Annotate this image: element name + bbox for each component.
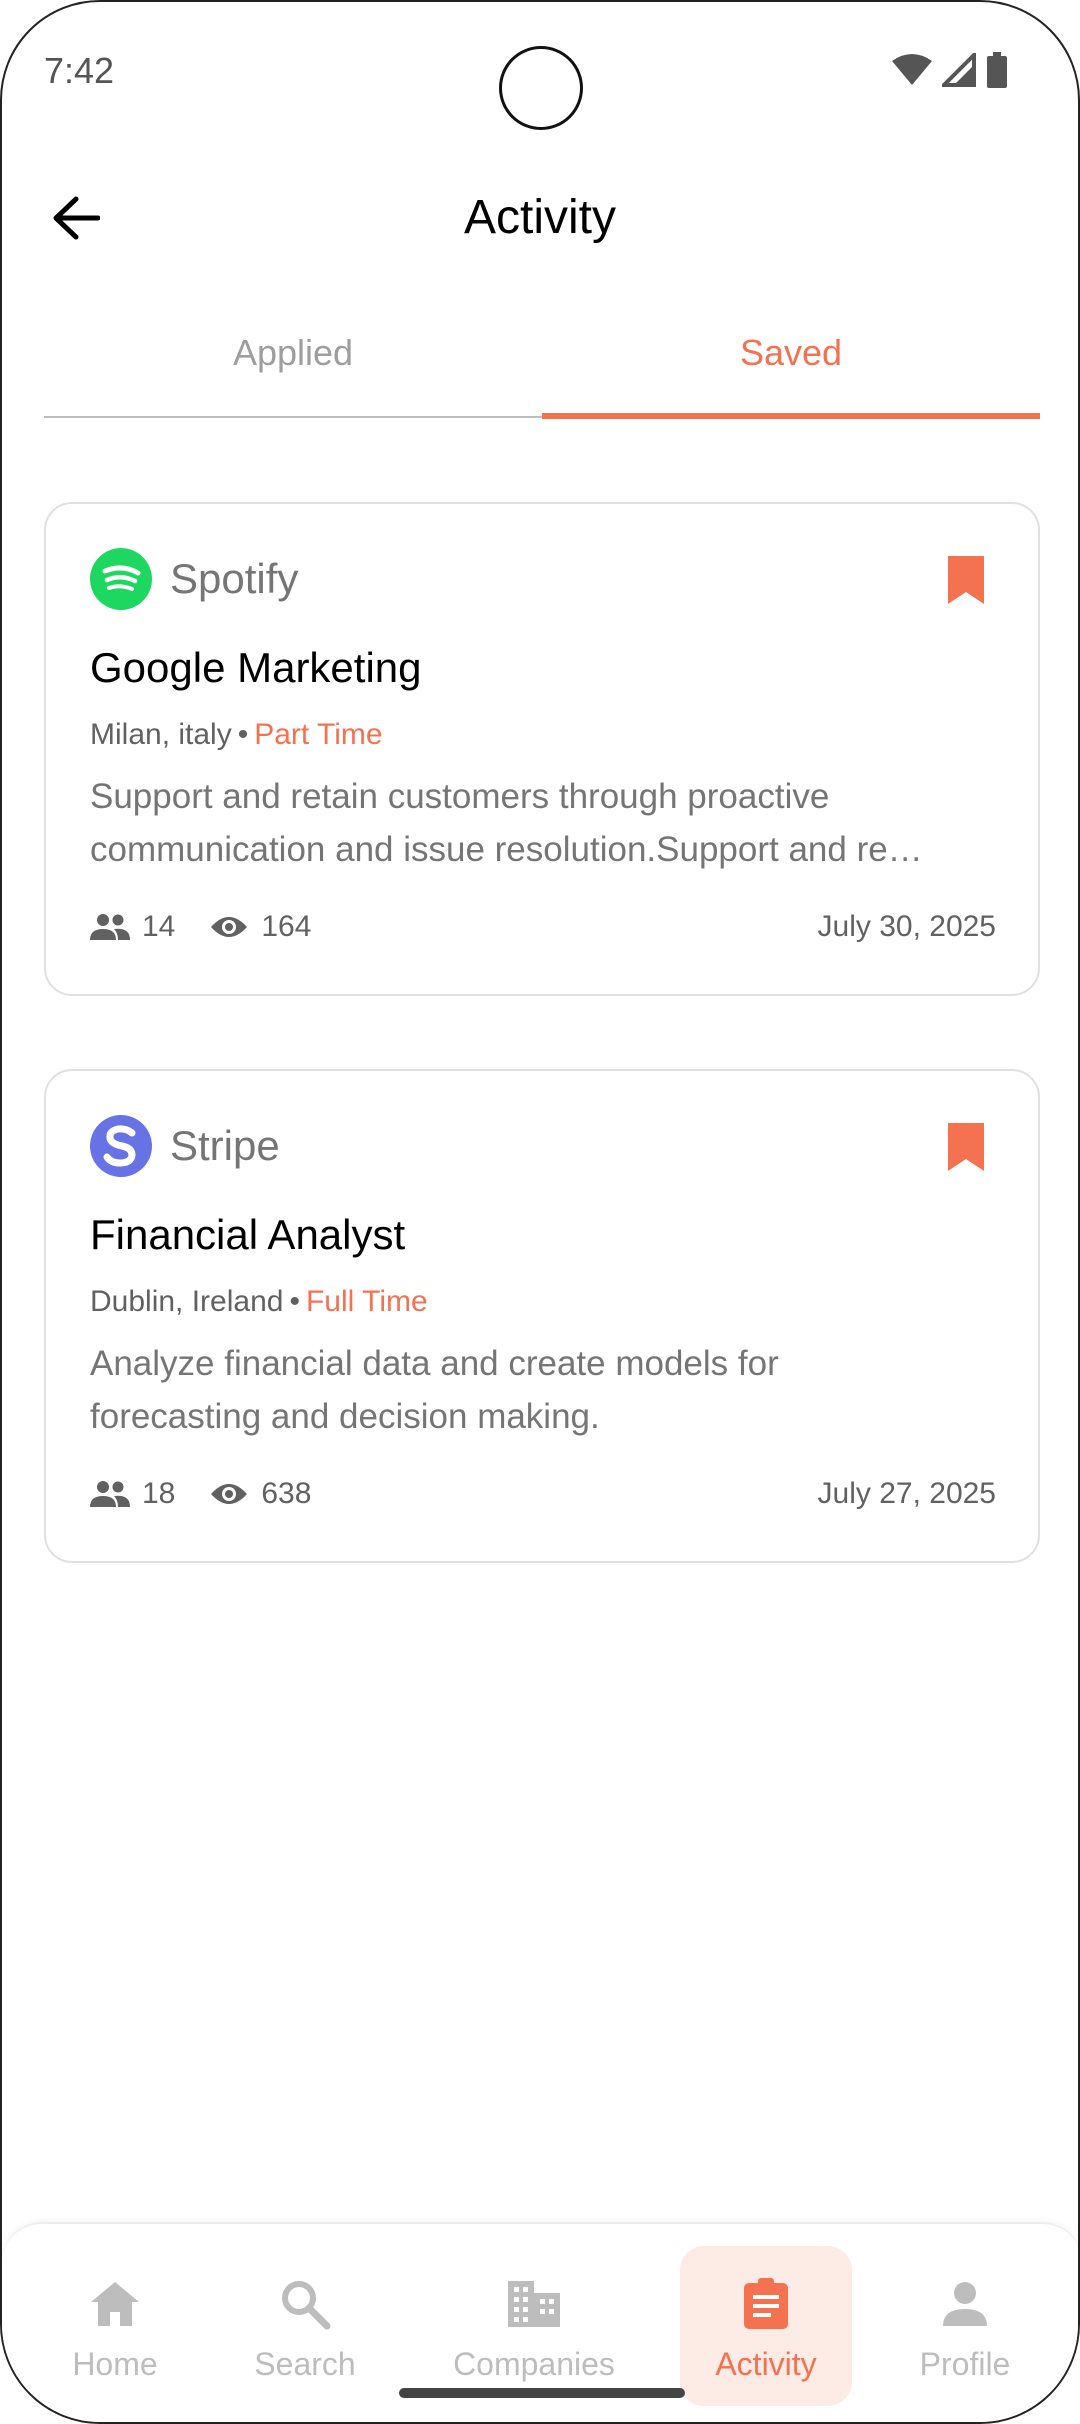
job-meta: Dublin, Ireland • Full Time	[90, 1285, 428, 1319]
people-icon	[90, 914, 130, 940]
job-title: Financial Analyst	[90, 1211, 406, 1258]
wifi-icon	[892, 54, 932, 85]
company-row: Stripe	[90, 1115, 280, 1177]
stripe-logo-icon	[90, 1115, 152, 1177]
description-line: communication and issue resolution.Suppo…	[90, 830, 923, 869]
tab-saved[interactable]: Saved	[542, 312, 1040, 419]
job-stats: 14 164	[90, 910, 345, 944]
applicants-count: 14	[142, 910, 176, 943]
nav-label: Profile	[919, 2346, 1011, 2382]
status-icons	[892, 52, 1008, 88]
clipboard-icon	[744, 2278, 788, 2329]
battery-icon	[987, 52, 1007, 88]
status-time: 7:42	[44, 50, 115, 91]
description-line: Support and retain customers through pro…	[90, 777, 830, 816]
views-stat: 638	[209, 1477, 311, 1511]
nav-search[interactable]: Search	[242, 2246, 368, 2406]
applicants-stat: 14	[90, 910, 175, 944]
activity-tabs: Applied Saved	[44, 312, 1040, 419]
views-count: 638	[261, 1477, 312, 1510]
tab-applied[interactable]: Applied	[44, 312, 542, 416]
job-stats: 18 638	[90, 1477, 345, 1511]
company-name: Spotify	[170, 555, 299, 602]
nav-companies[interactable]: Companies	[442, 2246, 626, 2406]
nav-label: Home	[72, 2346, 158, 2382]
eye-icon	[211, 917, 248, 937]
bookmark-icon[interactable]	[944, 1119, 988, 1175]
job-meta: Milan, italy • Part Time	[90, 718, 383, 752]
spotify-logo-icon	[90, 548, 152, 610]
nav-home[interactable]: Home	[52, 2246, 178, 2406]
meta-separator: •	[237, 718, 249, 751]
meta-separator: •	[289, 1285, 300, 1318]
app-header: Activity	[2, 172, 1078, 262]
status-bar: 7:42	[2, 2, 1078, 142]
camera-cutout	[499, 46, 583, 130]
nav-profile[interactable]: Profile	[902, 2246, 1028, 2406]
search-icon	[282, 2281, 331, 2330]
page-title: Activity	[463, 191, 616, 244]
posted-date: July 27, 2025	[817, 1477, 996, 1510]
building-icon	[508, 2281, 560, 2327]
applicants-count: 18	[142, 1477, 176, 1510]
job-type: Full Time	[305, 1285, 428, 1318]
eye-icon	[211, 1484, 248, 1504]
job-location: Dublin, Ireland	[90, 1285, 284, 1318]
description-line: forecasting and decision making.	[90, 1397, 600, 1436]
views-stat: 164	[209, 910, 311, 944]
people-icon	[90, 1481, 130, 1507]
job-location: Milan, italy	[90, 718, 232, 751]
nav-activity[interactable]: Activity	[680, 2246, 852, 2406]
job-title: Google Marketing	[90, 644, 422, 691]
gesture-home-bar[interactable]	[399, 2388, 685, 2398]
applicants-stat: 18	[90, 1477, 175, 1511]
job-card[interactable]: Spotify Google Marketing Milan, italy • Pa…	[44, 502, 1040, 996]
person-icon	[943, 2282, 987, 2326]
job-description: Support and retain customers through pro…	[90, 770, 998, 876]
phone-screen: 7:42 Activity Applied Saved Spotify Goog…	[0, 0, 1080, 2424]
nav-label: Companies	[453, 2346, 615, 2382]
home-icon	[91, 2282, 139, 2326]
company-name: Stripe	[170, 1122, 280, 1169]
job-card[interactable]: Stripe Financial Analyst Dublin, Ireland…	[44, 1069, 1040, 1563]
bookmark-icon[interactable]	[944, 552, 988, 608]
job-description: Analyze financial data and create models…	[90, 1337, 998, 1443]
nav-label: Activity	[715, 2346, 817, 2382]
signal-icon	[942, 53, 976, 87]
nav-label: Search	[254, 2346, 356, 2382]
description-line: Analyze financial data and create models…	[90, 1344, 779, 1383]
posted-date: July 30, 2025	[817, 910, 996, 943]
views-count: 164	[261, 910, 312, 943]
job-type: Part Time	[254, 718, 383, 751]
company-row: Spotify	[90, 548, 298, 610]
